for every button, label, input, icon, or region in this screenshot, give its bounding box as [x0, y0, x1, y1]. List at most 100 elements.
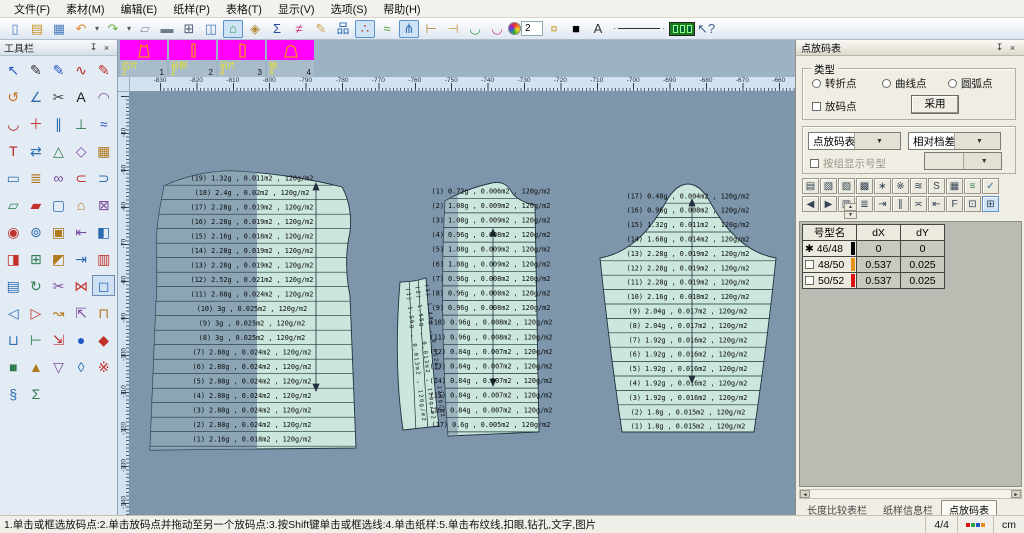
vertical-fill-icon[interactable]: ▥	[92, 248, 115, 269]
shift-right-icon[interactable]: ⇥	[874, 196, 891, 212]
scissors-icon[interactable]: ✂	[47, 86, 70, 107]
bulb-icon[interactable]: ¤	[544, 20, 564, 38]
house-piece-icon[interactable]: ⌂	[70, 194, 93, 215]
measure-a-icon[interactable]: ⊢	[421, 20, 441, 38]
size-name-cell[interactable]: 48/50	[802, 256, 857, 273]
half-right-icon[interactable]: ◨	[2, 248, 25, 269]
group-size-select[interactable]: ▼	[924, 152, 1002, 170]
point-display-icon[interactable]: ⊞	[982, 196, 999, 212]
copy-x-grade-icon[interactable]: ▧	[820, 178, 837, 194]
angle-tool-icon[interactable]: ∠	[25, 86, 48, 107]
stack-lines-icon[interactable]: ≣	[25, 167, 48, 188]
angle-grade-icon[interactable]: ⊡	[964, 196, 981, 212]
formula-icon[interactable]: F	[946, 196, 963, 212]
corner-out-icon[interactable]: ⇲	[47, 329, 70, 350]
text-a-icon[interactable]: A	[70, 86, 93, 107]
undo-icon[interactable]: ↶	[71, 20, 91, 38]
menu-帮助[interactable]: 帮助(H)	[375, 0, 428, 19]
arc-top-icon[interactable]: ◠	[92, 86, 115, 107]
apply-button[interactable]: 采用	[911, 95, 959, 114]
lock-icon[interactable]: ◈	[245, 20, 265, 38]
color-swatch-icon[interactable]: ■	[566, 20, 586, 38]
u-curve-icon[interactable]: ◡	[465, 20, 485, 38]
half-left-icon[interactable]: ◧	[92, 221, 115, 242]
pin-icon[interactable]: ↧	[993, 42, 1006, 54]
horizontal-fill-icon[interactable]: ▤	[2, 275, 25, 296]
size-table-row[interactable]: 50/52 0.537 0.025	[802, 272, 945, 289]
plotter-icon[interactable]: ▬	[157, 20, 177, 38]
dy-cell[interactable]: 0	[900, 240, 945, 257]
zoom-level-input[interactable]	[521, 21, 543, 36]
tab-长度比较表栏[interactable]: 长度比较表栏	[799, 500, 875, 517]
half-top-icon[interactable]: ◩	[47, 248, 70, 269]
target-icon[interactable]: ◉	[2, 221, 25, 242]
subset-right-icon[interactable]: ⊃	[92, 167, 115, 188]
scroll-left-icon[interactable]: ◄	[800, 490, 810, 498]
size-table-row[interactable]: ✱ 46/48 0 0	[802, 240, 945, 257]
color-lines-icon[interactable]: ≠	[289, 20, 309, 38]
scroll-right-icon[interactable]: ►	[1011, 490, 1021, 498]
menu-纸样[interactable]: 纸样(P)	[165, 0, 218, 19]
pattern-window-icon[interactable]: ◫	[201, 20, 221, 38]
radio-arc-point[interactable]: 圆弧点	[948, 76, 993, 91]
sum-icon[interactable]: Σ	[267, 20, 287, 38]
sleeve-piece[interactable]: (17) 0.48g , 0.004m2 , 120g/m2 (16) 0.96g…	[596, 183, 780, 434]
join-bowtie-icon[interactable]: ⋈	[70, 275, 93, 296]
size-lock-icon[interactable]: S	[928, 178, 945, 194]
rotate-arrow-icon[interactable]: ↺	[2, 86, 25, 107]
table-type-select[interactable]: 点放码表 ▼	[808, 132, 901, 150]
film-icon[interactable]	[669, 21, 695, 36]
tab-点放码表[interactable]: 点放码表	[941, 500, 997, 517]
grade-grid-icon[interactable]: ▦	[946, 178, 963, 194]
lozenge-icon[interactable]: ◊	[70, 356, 93, 377]
cut-pattern-icon[interactable]: ✂	[47, 275, 70, 296]
context-help-icon[interactable]: ↖?	[696, 20, 716, 38]
color-wheel-icon[interactable]	[508, 22, 521, 35]
tab-纸样信息栏[interactable]: 纸样信息栏	[875, 500, 941, 517]
brush-icon[interactable]: ✎	[311, 20, 331, 38]
perpendicular-icon[interactable]: ⊥	[70, 113, 93, 134]
piece-thumbnail-袖[interactable]: 袖44	[267, 40, 314, 77]
t-square-icon[interactable]: T	[2, 140, 25, 161]
redo-dropdown-icon[interactable]: ▾	[125, 20, 133, 38]
pen-point-icon[interactable]: ✎	[25, 59, 48, 80]
next-size-icon[interactable]: ▶	[820, 196, 837, 212]
close-icon[interactable]: ×	[1006, 42, 1019, 54]
triangle-up-icon[interactable]: ▲	[25, 356, 48, 377]
eraser-icon[interactable]: ▱	[135, 20, 155, 38]
work-piece-icon[interactable]: ⌂	[223, 19, 243, 38]
dy-cell[interactable]: 0.025	[900, 272, 945, 289]
sigma-tool-icon[interactable]: Σ	[25, 383, 48, 404]
tab-left-icon[interactable]: ⇤	[70, 221, 93, 242]
piece-thumbnail-前片[interactable]: 前片 4 3	[218, 40, 265, 77]
spread-partial-icon[interactable]: ≋	[910, 178, 927, 194]
infinity-icon[interactable]: ∞	[47, 167, 70, 188]
line-style-select[interactable]: · ·	[611, 22, 667, 36]
balance-icon[interactable]: ≍	[910, 196, 927, 212]
point-plot-icon[interactable]: ∴	[355, 19, 375, 38]
drill-tool-icon[interactable]: ⋔	[399, 19, 419, 38]
back-piece[interactable]: (19) 1.32g , 0.011m2 , 120g/m2 (18) 2.4g …	[144, 162, 360, 457]
redo-icon[interactable]: ↷	[103, 20, 123, 38]
triangle-icon[interactable]: △	[47, 140, 70, 161]
diamond-icon[interactable]: ◇	[70, 140, 93, 161]
text-tool-icon[interactable]: A	[588, 20, 608, 38]
front-piece[interactable]: (1) 0.72g , 0.006m2 , 120g/m2 (2) 1.08g ,…	[430, 181, 553, 442]
checkbox-icon[interactable]	[805, 275, 814, 285]
cup-icon[interactable]: ⊔	[2, 329, 25, 350]
arc-bottom-icon[interactable]: ◡	[2, 113, 25, 134]
copy-y-grade-icon[interactable]: ▨	[838, 178, 855, 194]
menu-素材[interactable]: 素材(M)	[58, 0, 113, 19]
size-name-cell[interactable]: 50/52	[802, 272, 857, 289]
menu-文件[interactable]: 文件(F)	[6, 0, 58, 19]
square-tool-icon[interactable]: ▢	[47, 194, 70, 215]
menu-表格[interactable]: 表格(T)	[218, 0, 270, 19]
reference-mark-icon[interactable]: ※	[92, 356, 115, 377]
corner-in-icon[interactable]: ⇱	[70, 302, 93, 323]
ring-icon[interactable]: ⊚	[25, 221, 48, 242]
size-table-row[interactable]: 48/50 0.537 0.025	[802, 256, 945, 273]
tri-right-icon[interactable]: ▷	[25, 302, 48, 323]
u-curve2-icon[interactable]: ◡	[487, 20, 507, 38]
mirror-swap-icon[interactable]: ⇄	[25, 140, 48, 161]
menu-编辑[interactable]: 编辑(E)	[113, 0, 166, 19]
